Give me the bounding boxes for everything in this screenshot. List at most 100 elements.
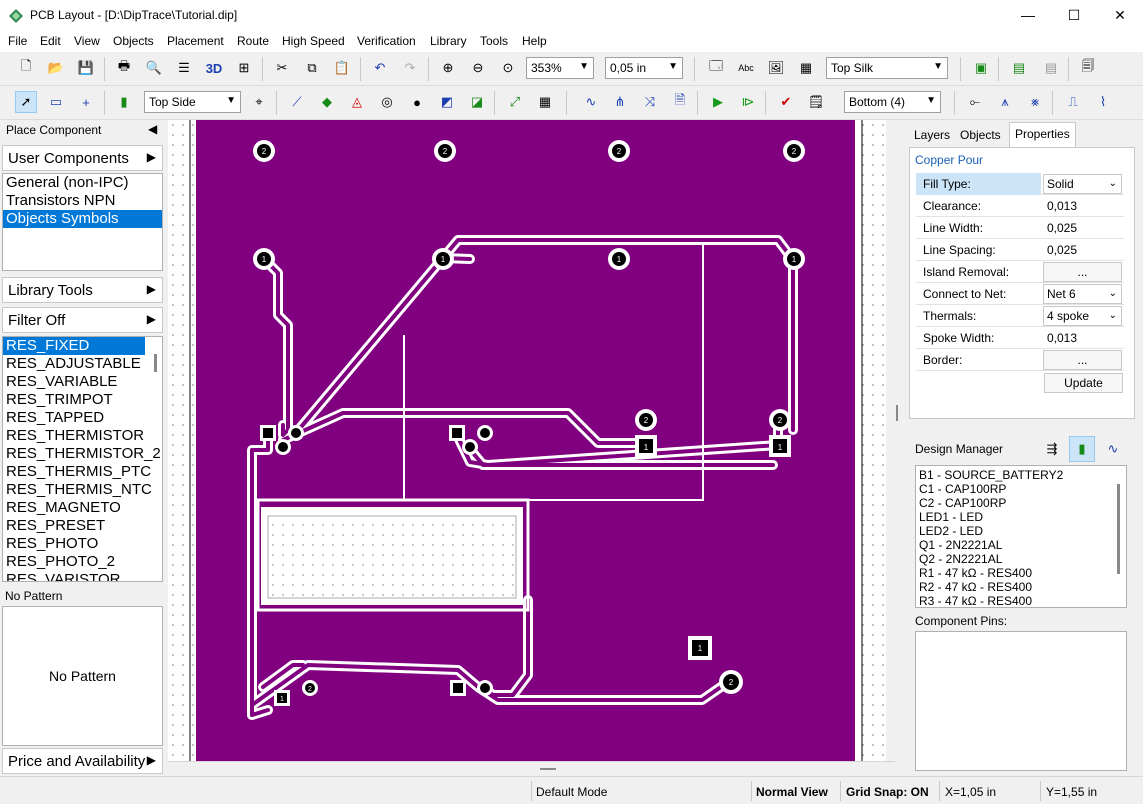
place-component-icon[interactable]: ▮ bbox=[113, 91, 135, 113]
component-item[interactable]: RES_PHOTO_2 bbox=[3, 553, 162, 571]
component-item[interactable]: RES_VARISTOR bbox=[3, 571, 162, 581]
pad[interactable]: 2 bbox=[783, 140, 805, 162]
nets-view-icon[interactable]: ∿ bbox=[1102, 438, 1124, 460]
pad[interactable]: 1 bbox=[432, 248, 454, 270]
route-trace-icon[interactable]: ⟋ bbox=[286, 91, 308, 113]
maximize-button[interactable]: ☐ bbox=[1051, 0, 1097, 31]
copper-pour-update-icon[interactable]: ◪ bbox=[466, 91, 488, 113]
list-item[interactable]: R3 - 47 kΩ - RES400 bbox=[916, 594, 1126, 607]
zoom-fit-icon[interactable]: ⊙ bbox=[497, 57, 519, 79]
component-item[interactable]: RES_VARIABLE bbox=[3, 373, 162, 391]
pad[interactable]: 2 bbox=[719, 670, 743, 694]
component-item[interactable]: RES_THERMISTOR_2 bbox=[3, 445, 162, 463]
price-availability-button[interactable]: Price and Availability ▶ bbox=[2, 748, 163, 774]
menu-high-speed[interactable]: High Speed bbox=[282, 34, 345, 48]
pad[interactable]: 2 bbox=[769, 409, 791, 431]
component-icon[interactable]: ▣ bbox=[970, 57, 992, 79]
zoom-select[interactable]: 353% ▼ bbox=[526, 57, 594, 79]
grid-size-select[interactable]: 0,05 in ▼ bbox=[605, 57, 683, 79]
copper-pour-icon[interactable]: ◩ bbox=[436, 91, 458, 113]
panel-splitter[interactable] bbox=[908, 428, 1143, 434]
pulse-icon[interactable]: ⎍ bbox=[1062, 91, 1084, 113]
net-select[interactable]: Net 6 ⌄ bbox=[1043, 284, 1122, 304]
pad[interactable]: 2 bbox=[253, 140, 275, 162]
chip-disabled-icon[interactable]: ▤ bbox=[1040, 57, 1062, 79]
length-icon[interactable]: ⟜ bbox=[964, 91, 986, 113]
drill-icon[interactable]: ◎ bbox=[376, 91, 398, 113]
menu-placement[interactable]: Placement bbox=[167, 34, 224, 48]
component-item[interactable]: RES_ADJUSTABLE bbox=[3, 355, 162, 373]
menu-route[interactable]: Route bbox=[237, 34, 269, 48]
menu-tools[interactable]: Tools bbox=[480, 34, 508, 48]
text-abc-icon[interactable]: Abc bbox=[735, 57, 757, 79]
pcb-canvas[interactable]: 2 2 2 2 1 1 1 1 2 1 2 1 2 1 1 2 bbox=[168, 120, 886, 761]
list-item[interactable]: C2 - CAP100RP bbox=[916, 496, 1126, 510]
print-preview-icon[interactable]: 🔍 bbox=[143, 57, 165, 79]
line-spacing-value[interactable]: 0,025 bbox=[1047, 243, 1077, 257]
drc-check-icon[interactable]: ✔ bbox=[775, 91, 797, 113]
line-width-value[interactable]: 0,025 bbox=[1047, 221, 1077, 235]
pad[interactable]: 2 bbox=[608, 140, 630, 162]
open-folder-icon[interactable]: 📂 bbox=[45, 57, 67, 79]
run-current-net-icon[interactable]: ⧐ bbox=[737, 91, 759, 113]
fill-type-select[interactable]: Solid ⌄ bbox=[1043, 174, 1122, 194]
canvas-vscroll[interactable] bbox=[886, 120, 908, 761]
3d-view-icon[interactable]: 3D bbox=[203, 57, 225, 79]
component-item-selected[interactable]: RES_FIXED bbox=[3, 337, 145, 355]
image-icon[interactable]: 🖼 bbox=[765, 57, 787, 79]
chip-icon[interactable]: ▤ bbox=[1008, 57, 1030, 79]
border-button[interactable]: ... bbox=[1043, 350, 1122, 370]
menu-help[interactable]: Help bbox=[522, 34, 547, 48]
dimension-icon[interactable]: ⤢ bbox=[504, 91, 526, 113]
auto-route-icon[interactable]: ∿ bbox=[580, 91, 602, 113]
binoculars-icon[interactable]: ⌖ bbox=[248, 91, 270, 113]
crosshair-icon[interactable]: + bbox=[75, 91, 97, 113]
measure-icon[interactable]: ▭ bbox=[45, 91, 67, 113]
qr-code-icon[interactable]: ▦ bbox=[795, 57, 817, 79]
place-pad-icon[interactable]: ◆ bbox=[316, 91, 338, 113]
run-autorouter-icon[interactable]: ▶ bbox=[707, 91, 729, 113]
list-item[interactable]: Q2 - 2N2221AL bbox=[916, 552, 1126, 566]
split-trace-icon[interactable]: ⋔ bbox=[609, 91, 631, 113]
place-via-icon[interactable]: ◬ bbox=[346, 91, 368, 113]
pad[interactable]: 1 bbox=[688, 636, 712, 660]
component-item[interactable]: RES_THERMIS_PTC bbox=[3, 463, 162, 481]
menu-file[interactable]: File bbox=[8, 34, 27, 48]
component-item[interactable]: RES_THERMISTOR bbox=[3, 427, 162, 445]
library-item[interactable]: General (non-IPC) bbox=[3, 174, 162, 192]
tab-layers[interactable]: Layers bbox=[909, 124, 955, 146]
list-item[interactable]: B1 - SOURCE_BATTERY2 bbox=[916, 468, 1126, 482]
save-icon[interactable]: 💾 bbox=[75, 57, 97, 79]
paste-icon[interactable]: 📋 bbox=[331, 57, 353, 79]
library-item[interactable]: Transistors NPN bbox=[3, 192, 162, 210]
copy-icon[interactable]: ⧉ bbox=[301, 57, 323, 79]
scroll-grip-icon[interactable] bbox=[896, 405, 898, 421]
pad[interactable]: 1 bbox=[274, 690, 290, 706]
cut-icon[interactable]: ✂ bbox=[271, 57, 293, 79]
list-item[interactable]: R1 - 47 kΩ - RES400 bbox=[916, 566, 1126, 580]
pad[interactable]: 1 bbox=[783, 248, 805, 270]
redo-icon[interactable]: ↷ bbox=[399, 57, 421, 79]
component-item[interactable]: RES_PRESET bbox=[3, 517, 162, 535]
zoom-in-icon[interactable]: ⊕ bbox=[437, 57, 459, 79]
document-icon[interactable]: ☰ bbox=[173, 57, 195, 79]
crosstalk-icon[interactable]: ⨳ bbox=[1024, 91, 1046, 113]
new-file-icon[interactable]: 🗋 bbox=[15, 57, 37, 79]
pad[interactable]: 1 bbox=[635, 435, 657, 457]
layer-select[interactable]: Top Silk ▼ bbox=[826, 57, 948, 79]
component-item[interactable]: RES_PHOTO bbox=[3, 535, 162, 553]
pad[interactable]: 1 bbox=[253, 248, 275, 270]
zoom-out-icon[interactable]: ⊖ bbox=[467, 57, 489, 79]
filter-button[interactable]: Filter Off ▶ bbox=[2, 307, 163, 333]
canvas-hscroll[interactable] bbox=[168, 761, 895, 776]
minimize-button[interactable]: — bbox=[1005, 0, 1051, 31]
board-properties-icon[interactable]: 🗐 bbox=[1077, 57, 1099, 79]
pattern-properties-icon[interactable]: 🗔 bbox=[705, 57, 727, 79]
component-item[interactable]: RES_MAGNETO bbox=[3, 499, 162, 517]
list-item[interactable]: LED2 - LED bbox=[916, 524, 1126, 538]
panelize-icon[interactable]: ⊞ bbox=[233, 57, 255, 79]
menu-verification[interactable]: Verification bbox=[357, 34, 416, 48]
pad[interactable]: 2 bbox=[635, 409, 657, 431]
pad[interactable]: 2 bbox=[302, 680, 318, 696]
hole-icon[interactable]: ● bbox=[406, 91, 428, 113]
